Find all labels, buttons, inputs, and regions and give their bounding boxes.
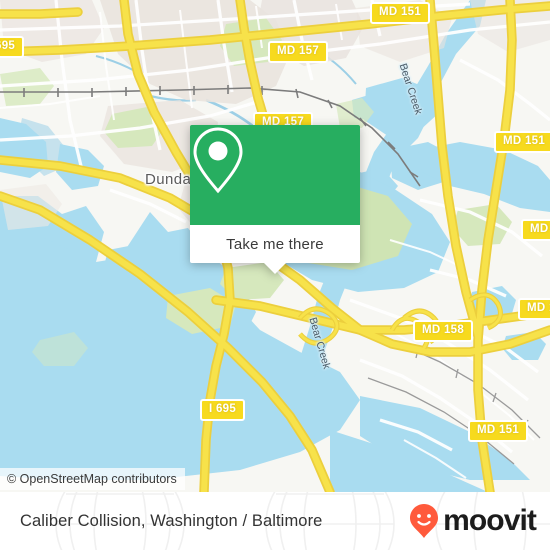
road-shield-md-151-north[interactable]: MD 151	[370, 2, 431, 24]
road-shield-md-1-edge-lower[interactable]: MD 1	[518, 298, 550, 320]
moovit-wordmark: moovit	[443, 504, 537, 537]
popup-pointer-tail	[264, 263, 286, 274]
footer-bar: Caliber Collision, Washington / Baltimor…	[0, 492, 550, 550]
take-me-there-label: Take me there	[226, 235, 324, 253]
road-shield-md-151-east[interactable]: MD 151	[494, 131, 550, 153]
page-title: Caliber Collision, Washington / Baltimor…	[20, 511, 323, 530]
moovit-smiley-pin-icon	[410, 504, 439, 538]
road-shield-md-1-edge-upper[interactable]: MD 1	[521, 219, 550, 241]
road-shield-md-158[interactable]: MD 158	[413, 320, 474, 342]
moovit-brand[interactable]: moovit	[409, 492, 537, 550]
attribution-contributors-link[interactable]: contributors	[111, 472, 176, 486]
destination-popup-card[interactable]: Take me there	[190, 125, 360, 274]
road-shield-md-151-southeast[interactable]: MD 151	[468, 420, 529, 442]
road-shield-md-157-north[interactable]: MD 157	[268, 41, 329, 63]
attribution-prefix: © OpenStreetMap	[7, 472, 112, 486]
road-shield-i-695-northwest[interactable]: 695	[0, 36, 25, 58]
map-attribution: © OpenStreetMap contributors	[0, 468, 185, 490]
popup-icon-area	[190, 125, 360, 225]
road-shield-i-695-south[interactable]: I 695	[200, 399, 246, 421]
map-pin-icon	[193, 127, 243, 194]
popup-action-area[interactable]: Take me there	[190, 225, 360, 274]
moovit-map-screenshot: Dundalk Bear Creek Bear Creek MD 151 MD …	[0, 0, 550, 550]
map-canvas[interactable]: Dundalk Bear Creek Bear Creek MD 151 MD …	[0, 0, 550, 492]
